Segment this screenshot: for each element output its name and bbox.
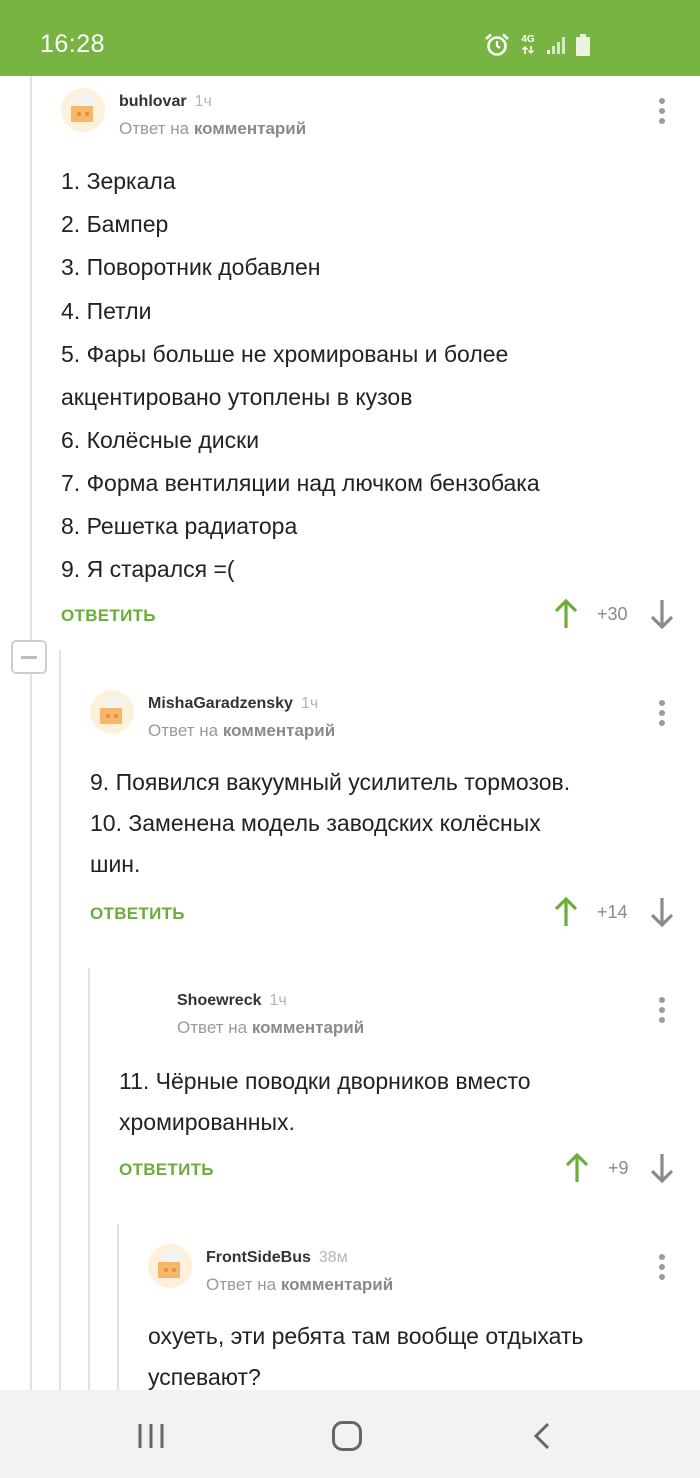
- comment: Shoewreck 1ч Ответ на комментарий 11. Чёр…: [119, 987, 680, 1207]
- avatar[interactable]: [148, 1244, 192, 1288]
- recents-icon[interactable]: [136, 1422, 166, 1450]
- comment-author[interactable]: MishaGaradzensky 1ч: [148, 695, 318, 713]
- reply-target-link[interactable]: комментарий: [281, 1275, 393, 1294]
- network-label: 4G: [521, 34, 535, 45]
- upvote-icon[interactable]: [565, 1152, 589, 1184]
- reply-button[interactable]: ОТВЕТИТЬ: [119, 1160, 214, 1180]
- alarm-icon: [485, 33, 509, 56]
- reply-button[interactable]: ОТВЕТИТЬ: [90, 904, 185, 924]
- avatar[interactable]: [90, 690, 134, 734]
- comment-body: охуеть, эти ребята там вообще отдыхать у…: [148, 1323, 584, 1390]
- navigation-bar: [0, 1390, 700, 1478]
- collapse-thread-button[interactable]: [11, 640, 47, 674]
- upvote-icon[interactable]: [554, 896, 578, 928]
- thread-line-3: [88, 968, 90, 1390]
- comment-author[interactable]: buhlovar 1ч: [119, 93, 212, 111]
- battery-icon: [576, 34, 590, 56]
- rating: +9: [608, 1158, 629, 1178]
- reply-target-link[interactable]: комментарий: [223, 721, 335, 740]
- downvote-icon[interactable]: [650, 598, 674, 630]
- home-icon[interactable]: [331, 1420, 363, 1452]
- rating: +14: [597, 902, 628, 922]
- comment-author[interactable]: Shoewreck 1ч: [177, 992, 287, 1010]
- more-icon[interactable]: [657, 997, 667, 1025]
- more-icon[interactable]: [657, 1254, 667, 1282]
- upvote-icon[interactable]: [554, 598, 578, 630]
- avatar[interactable]: [61, 88, 105, 132]
- reply-to: Ответ на комментарий: [177, 1018, 365, 1037]
- comment-time: 1ч: [269, 992, 287, 1009]
- comment-time: 1ч: [300, 695, 319, 712]
- comment-time: 38м: [318, 1249, 348, 1266]
- comment-time: 1ч: [194, 93, 212, 110]
- reply-target-link[interactable]: комментарий: [252, 1018, 364, 1037]
- thread-line-1: [30, 76, 32, 640]
- avatar-image: [158, 1250, 183, 1278]
- downvote-icon[interactable]: [650, 1152, 674, 1184]
- status-bar: 16:28 4G: [0, 0, 700, 76]
- reply-to: Ответ на комментарий: [148, 721, 336, 740]
- rating: +30: [597, 604, 628, 624]
- status-time: 16:28: [40, 30, 106, 58]
- thread-line-4: [117, 1224, 119, 1390]
- reply-target-link[interactable]: комментарий: [194, 119, 306, 138]
- back-icon[interactable]: [531, 1421, 553, 1451]
- comment: buhlovar 1ч Ответ на комментарий 1. Зерка…: [61, 88, 681, 648]
- data-arrows-icon: [521, 45, 535, 55]
- thread-line-2: [59, 650, 61, 1390]
- comment: MishaGaradzensky 1ч Ответ на комментарий …: [90, 690, 680, 950]
- network-indicator: 4G: [520, 35, 536, 55]
- avatar-image: [71, 94, 96, 122]
- comment-author[interactable]: FrontSideBus 38м: [206, 1249, 348, 1267]
- more-icon[interactable]: [657, 98, 667, 126]
- reply-to: Ответ на комментарий: [119, 119, 307, 138]
- status-icons: 4G: [484, 33, 590, 57]
- avatar-image: [100, 696, 125, 724]
- thread-line-1b: [30, 674, 32, 1390]
- reply-to: Ответ на комментарий: [206, 1275, 394, 1294]
- comment-body: 11. Чёрные поводки дворников вместо хром…: [119, 1068, 531, 1135]
- signal-icon: [547, 37, 565, 54]
- reply-button[interactable]: ОТВЕТИТЬ: [61, 606, 156, 626]
- downvote-icon[interactable]: [650, 896, 674, 928]
- comment: FrontSideBus 38м Ответ на комментарий оху…: [148, 1244, 680, 1390]
- comment-body: 9. Появился вакуумный усилитель тормозов…: [90, 769, 571, 877]
- more-icon[interactable]: [657, 700, 667, 728]
- comment-body: 1. Зеркала 2. Бампер 3. Поворотник добав…: [61, 168, 540, 582]
